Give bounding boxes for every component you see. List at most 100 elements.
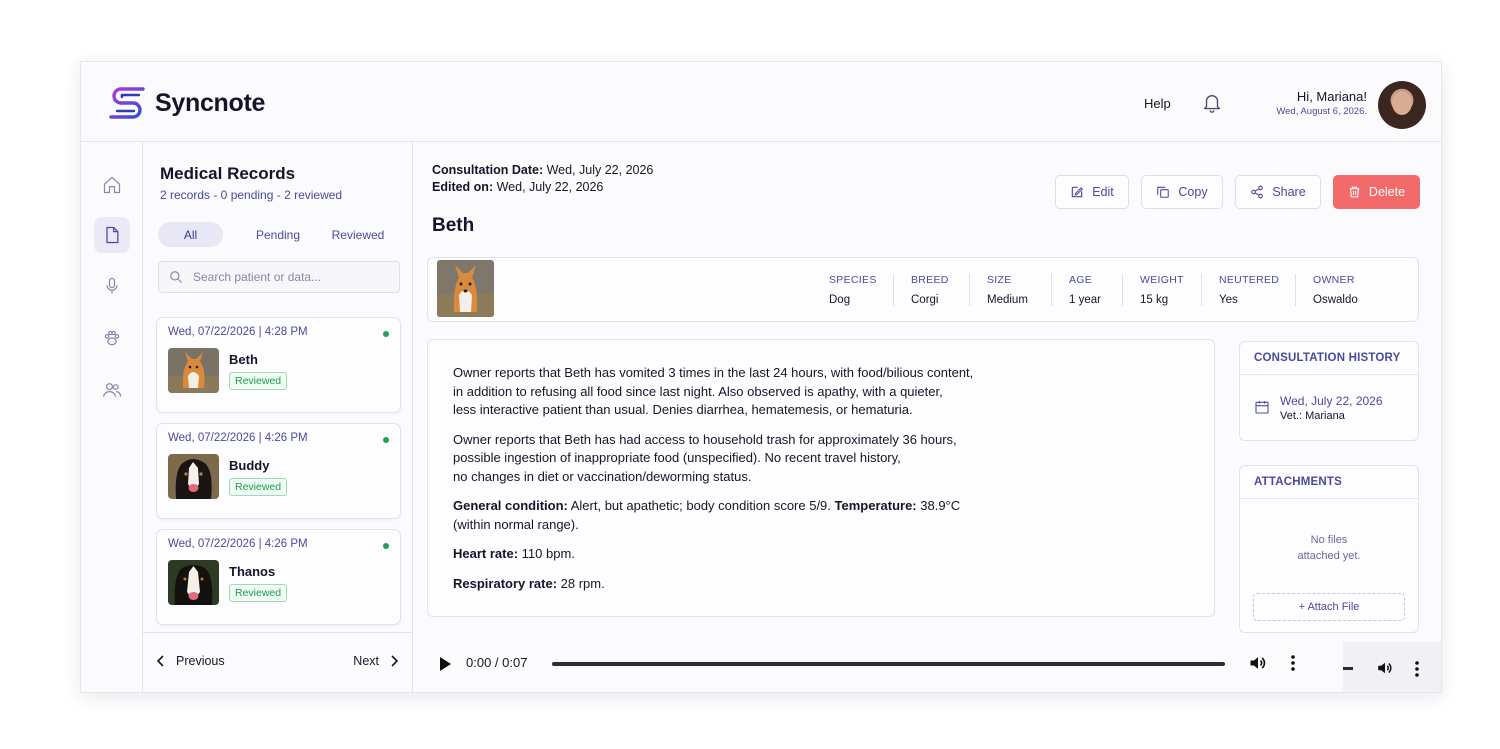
calendar-icon (1255, 401, 1269, 414)
previous-label: Previous (176, 654, 225, 668)
status-dot (383, 331, 389, 337)
home-icon (103, 176, 121, 194)
play-icon[interactable] (438, 655, 452, 673)
divider (1201, 274, 1202, 306)
pets-nav[interactable] (94, 320, 130, 356)
field-value: Corgi (911, 294, 939, 306)
search-input[interactable] (193, 270, 383, 284)
edit-icon (1071, 186, 1084, 198)
more-options-icon[interactable] (1413, 659, 1421, 679)
patient-info-bar: SPECIES Dog BREED Corgi SIZE Medium AGE … (427, 257, 1419, 322)
history-entry-vet: Vet.: Mariana (1280, 410, 1345, 422)
status-badge: Reviewed (229, 372, 288, 390)
consultation-date-value: Wed, July 22, 2026 (546, 163, 654, 177)
record-card-thanos[interactable]: Wed, 07/22/2026 | 4:26 PM Thanos Reviewe… (156, 529, 401, 625)
tab-reviewed[interactable]: Reviewed (318, 222, 398, 247)
secondary-player-controls (1343, 642, 1441, 692)
field-value: Oswaldo (1313, 294, 1358, 306)
delete-label: Delete (1368, 185, 1406, 199)
respiratory-rate-text: 28 rpm. (557, 575, 605, 591)
record-card-beth[interactable]: Wed, 07/22/2026 | 4:28 PM Beth Reviewed (156, 317, 401, 413)
neutered-field: NEUTERED Yes (1219, 274, 1279, 306)
field-label: WEIGHT (1140, 274, 1184, 286)
edited-date-value: Wed, July 22, 2026 (496, 180, 604, 194)
more-options-icon[interactable] (1289, 653, 1297, 673)
app-name: Syncnote (155, 88, 266, 117)
divider (1122, 274, 1123, 306)
field-value: Medium (987, 294, 1028, 306)
top-header: Syncnote Help Hi, Mariana! Wed, August 6… (81, 62, 1441, 142)
consultation-history-card: CONSULTATION HISTORY Wed, July 22, 2026 … (1239, 341, 1419, 441)
users-nav[interactable] (94, 372, 130, 408)
records-filter-tabs: All Pending Reviewed (158, 222, 398, 248)
field-label: SPECIES (829, 274, 877, 286)
size-field: SIZE Medium (987, 274, 1028, 306)
paw-icon (104, 330, 120, 346)
records-nav[interactable] (94, 217, 130, 253)
volume-icon[interactable] (1248, 653, 1268, 673)
divider (893, 274, 894, 306)
record-date: Wed, 07/22/2026 | 4:28 PM (168, 326, 308, 338)
consultation-detail: Consultation Date: Wed, July 22, 2026 Ed… (413, 142, 1441, 692)
consultation-notes[interactable]: Owner reports that Beth has vomited 3 ti… (427, 339, 1215, 617)
help-link[interactable]: Help (1144, 96, 1171, 111)
tab-pending[interactable]: Pending (238, 222, 318, 247)
history-entry-date[interactable]: Wed, July 22, 2026 (1280, 394, 1383, 408)
edited-date-label: Edited on: (432, 180, 494, 194)
audio-time: 0:00 / 0:07 (466, 655, 528, 670)
field-value: Dog (829, 294, 851, 306)
history-title: CONSULTATION HISTORY (1240, 342, 1418, 375)
field-label: AGE (1069, 274, 1093, 286)
patient-photo (437, 260, 494, 317)
icon-sidebar (81, 142, 143, 692)
audio-progress-track[interactable] (552, 662, 1225, 666)
consultation-date-label: Consultation Date: (432, 163, 544, 177)
search-icon (170, 271, 182, 283)
record-card-buddy[interactable]: Wed, 07/22/2026 | 4:26 PM Buddy Reviewed (156, 423, 401, 519)
home-nav[interactable] (94, 167, 130, 203)
attachments-title: ATTACHMENTS (1240, 466, 1418, 499)
patient-thumbnail (168, 560, 219, 605)
next-button[interactable]: Next (353, 654, 399, 668)
chevron-right-icon (391, 655, 399, 667)
chevron-left-icon (156, 655, 164, 667)
delete-button[interactable]: Delete (1333, 175, 1420, 209)
audio-player: 0:00 / 0:07 (413, 642, 1343, 686)
field-label: NEUTERED (1219, 274, 1280, 286)
greeting-name: Hi, Mariana! (1296, 89, 1367, 104)
records-summary: 2 records - 0 pending - 2 reviewed (160, 188, 343, 202)
share-icon (1251, 185, 1264, 199)
edit-label: Edit (1092, 185, 1114, 199)
bell-icon[interactable] (1201, 92, 1223, 114)
attach-file-button[interactable]: + Attach File (1253, 593, 1405, 621)
edited-date: Edited on: Wed, July 22, 2026 (432, 180, 603, 194)
patient-title: Beth (432, 215, 475, 236)
volume-icon[interactable] (1376, 659, 1394, 677)
volume-slider-stub[interactable] (1343, 667, 1353, 670)
attachments-card: ATTACHMENTS No files attached yet. + Att… (1239, 465, 1419, 633)
status-dot (383, 437, 389, 443)
share-button[interactable]: Share (1235, 175, 1321, 209)
notes-paragraph-exposure: Owner reports that Beth has had access t… (453, 431, 957, 484)
records-title: Medical Records (160, 164, 296, 183)
heart-rate-label: Heart rate: (453, 546, 519, 561)
field-label: OWNER (1313, 274, 1355, 286)
notes-respiratory-rate: Respiratory rate: 28 rpm. (453, 575, 1189, 594)
edit-button[interactable]: Edit (1055, 175, 1129, 209)
copy-button[interactable]: Copy (1141, 175, 1223, 209)
respiratory-rate-label: Respiratory rate: (453, 575, 558, 591)
syncnote-logo-icon (109, 87, 145, 119)
general-condition-label: General condition: (453, 498, 568, 513)
tab-all[interactable]: All (158, 222, 223, 247)
previous-button[interactable]: Previous (156, 654, 225, 668)
greeting-date: Wed, August 6, 2026. (1276, 106, 1367, 117)
notes-general-condition: General condition: Alert, but apathetic;… (453, 497, 1189, 534)
pagination: Previous Next (143, 632, 412, 692)
user-avatar[interactable] (1378, 81, 1426, 129)
microphone-nav[interactable] (94, 268, 130, 304)
field-value: Yes (1219, 294, 1238, 306)
divider (1295, 274, 1296, 306)
users-icon (103, 383, 121, 397)
logo[interactable]: Syncnote (107, 84, 265, 122)
field-label: BREED (911, 274, 949, 286)
